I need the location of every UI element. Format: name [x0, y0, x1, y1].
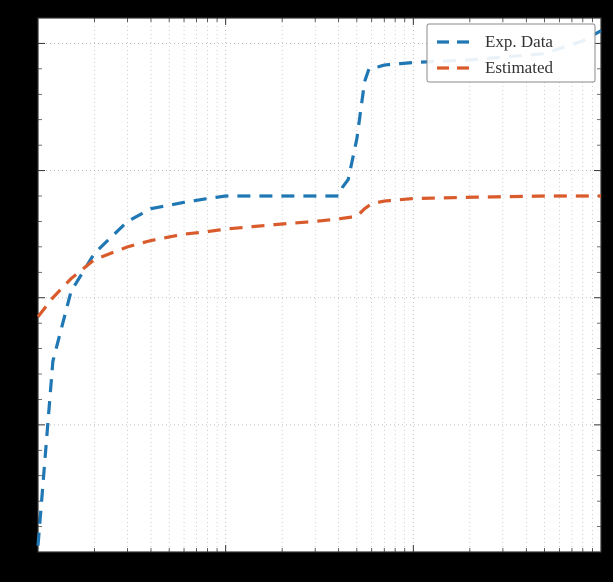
legend-label-exp-data: Exp. Data [485, 32, 553, 51]
line-chart: Exp. Data Estimated [6, 6, 607, 576]
chart-container: Exp. Data Estimated [6, 6, 607, 576]
legend-label-estimated: Estimated [485, 58, 553, 77]
legend: Exp. Data Estimated [427, 24, 595, 82]
